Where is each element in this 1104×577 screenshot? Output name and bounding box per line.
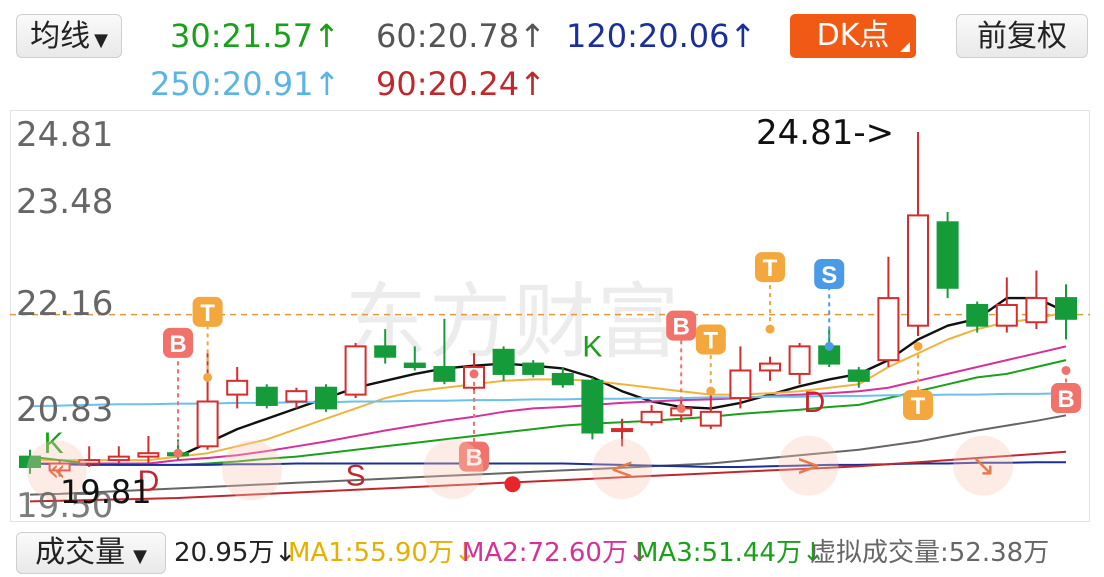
indicator-selector-label: 均线	[30, 19, 91, 54]
candle-body	[403, 362, 426, 369]
nav-arrow-icon: <	[609, 452, 634, 487]
signal-dot	[676, 403, 686, 413]
price-adjust-label: 前复权	[977, 19, 1067, 54]
nav-circle	[222, 440, 282, 501]
volume-selector-button[interactable]: 成交量 ▼	[16, 532, 166, 574]
nav-circle	[423, 439, 484, 500]
y-tick-label: 24.81	[16, 115, 114, 155]
candle-body	[285, 390, 308, 403]
signal-badge-text: B	[169, 331, 186, 358]
ma-60-value: 60:20.78↑	[376, 17, 546, 55]
candle-body	[522, 362, 545, 375]
candle-body	[966, 304, 989, 327]
candle-body	[581, 379, 604, 434]
volume-ma1-value: MA1:55.90万↓	[288, 538, 476, 568]
signal-dot	[203, 372, 213, 382]
candle-body	[611, 428, 633, 433]
y-tick-label: 20.83	[16, 390, 114, 430]
y-tick-label: 23.48	[16, 182, 114, 222]
nav-arrow-icon: >	[796, 449, 821, 484]
chevron-down-icon: ▼	[94, 30, 108, 51]
candle-body	[551, 372, 574, 386]
ma-30-value: 30:21.57↑	[170, 17, 340, 55]
signal-badge-text: B	[1057, 386, 1074, 413]
candle-body	[788, 345, 811, 375]
indicator-selector-button[interactable]: 均线 ▼	[16, 14, 122, 58]
candle-body	[196, 400, 219, 448]
signal-dot	[1061, 365, 1071, 375]
candle-body	[847, 369, 870, 382]
candle-body	[255, 386, 278, 406]
y-tick-label: 22.16	[16, 284, 114, 324]
nav-arrow-icon: ↘	[971, 449, 996, 484]
max-price-label: 24.81->	[756, 113, 895, 153]
signal-dot	[469, 369, 479, 379]
current-marker-dot	[504, 476, 521, 493]
signal-dot	[706, 386, 716, 396]
signal-badge-text: S	[821, 262, 837, 289]
signal-dot	[913, 341, 923, 351]
candle-body	[699, 410, 722, 427]
candlestick-chart[interactable]: BTBBTTSTBKKDDS«<>↘	[10, 110, 1090, 522]
volume-selector-label: 成交量	[35, 535, 126, 570]
candle-body	[1025, 297, 1048, 324]
ma-90-value: 90:20.24↑	[376, 65, 546, 103]
candle-body	[344, 345, 367, 396]
candle-body	[877, 297, 900, 362]
signal-letter: S	[346, 460, 366, 493]
ma-120-value: 120:20.06↑	[566, 17, 757, 55]
chart-header: 均线 ▼ 30:21.57↑ 60:20.78↑ 120:20.06↑ 250:2…	[0, 0, 1104, 110]
ma-250-value: 250:20.91↑	[150, 65, 341, 103]
candle-body	[433, 366, 456, 382]
chevron-down-icon: ▼	[133, 546, 147, 567]
signal-letter: D	[804, 386, 826, 419]
signal-badge-text: T	[763, 255, 778, 282]
min-price-label: 19.81	[60, 473, 152, 511]
signal-badge-text: T	[703, 327, 718, 354]
candle-body	[374, 345, 397, 358]
candle-body	[107, 455, 130, 462]
virtual-volume-value: 虚拟成交量:52.38万	[810, 538, 1050, 568]
price-adjust-button[interactable]: 前复权	[956, 14, 1088, 58]
candle-body	[759, 362, 781, 372]
candle-body	[936, 221, 959, 289]
signal-badge-text: B	[673, 314, 690, 341]
candle-body	[492, 348, 515, 375]
candle-body	[315, 386, 337, 410]
dk-point-button[interactable]: DK点	[790, 14, 916, 58]
signal-badge-text: T	[200, 300, 215, 327]
candle-body	[907, 214, 929, 327]
volume-ma2-value: MA2:72.60万↓	[462, 538, 650, 568]
candle-body	[995, 304, 1018, 327]
signal-dot	[765, 324, 775, 334]
candle-body	[1055, 297, 1077, 320]
signal-dot	[824, 341, 834, 351]
signal-badge-text: T	[911, 393, 926, 420]
volume-ma3-value: MA3:51.44万↓	[636, 538, 824, 568]
candle-body	[640, 410, 663, 424]
candle-body	[226, 379, 249, 396]
candle-body	[137, 452, 160, 458]
volume-value: 20.95万↓	[174, 538, 297, 568]
signal-dot	[173, 448, 183, 458]
dk-point-label: DK点	[816, 18, 890, 53]
corner-triangle-icon	[900, 42, 910, 52]
signal-letter: K	[582, 331, 602, 364]
candle-body	[729, 369, 752, 400]
